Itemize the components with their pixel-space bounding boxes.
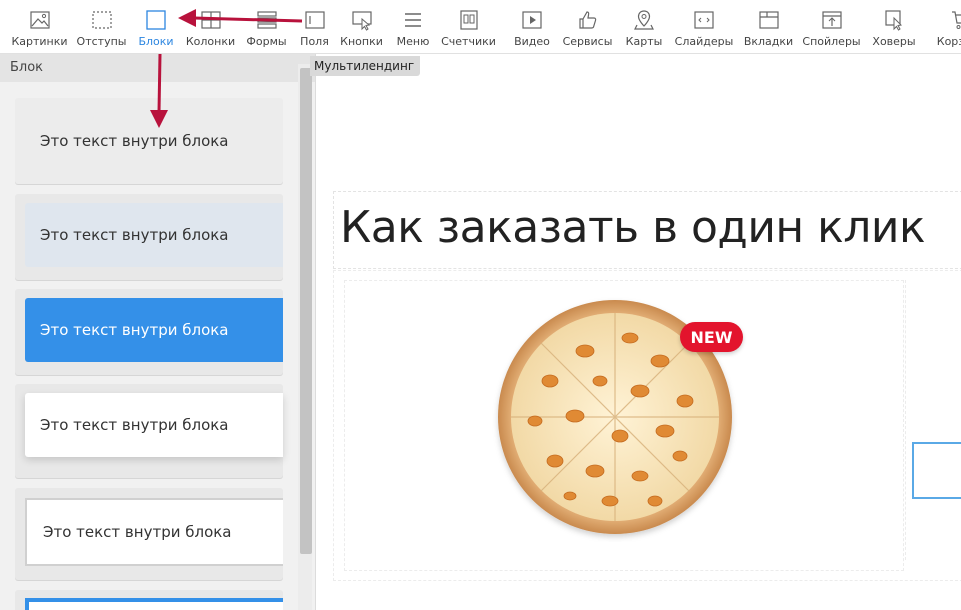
tool-label: Колонки: [185, 35, 236, 48]
sidebar-title: Блок: [0, 54, 315, 82]
tool-label: Ховеры: [872, 35, 916, 48]
slider-icon: [694, 11, 714, 29]
tool-label: Меню: [396, 35, 430, 48]
tool-label: Отступы: [76, 35, 127, 48]
spoiler-icon: [821, 11, 842, 29]
tabs-icon: [758, 11, 779, 29]
block-preview: [25, 598, 283, 610]
page-tag[interactable]: Мультилендинг: [310, 56, 421, 76]
tool-label: Спойлеры: [802, 35, 861, 48]
tool-counters[interactable]: Счетчики: [432, 0, 505, 53]
tool-fields[interactable]: Поля: [300, 0, 329, 53]
tool-label: Сервисы: [562, 35, 613, 48]
scrollbar-thumb[interactable]: [300, 68, 312, 554]
tool-label: Блоки: [138, 35, 174, 48]
tool-forms[interactable]: Формы: [233, 0, 300, 53]
block-text: Это текст внутри блока: [25, 393, 283, 457]
block-icon: [146, 10, 166, 30]
video-icon: [522, 11, 542, 29]
column-divider: [905, 280, 906, 560]
button-cursor-icon: [351, 11, 372, 31]
toolbar: Картинки Отступы Блоки Колонки Формы Пол…: [0, 0, 961, 54]
tool-cart[interactable]: Корзина: [926, 0, 961, 53]
counter-icon: [459, 10, 478, 30]
tool-images[interactable]: Картинки: [0, 0, 79, 53]
tool-label: Счетчики: [441, 35, 496, 48]
menu-icon: [405, 13, 421, 27]
tool-label: Корзина: [936, 35, 961, 48]
tool-label: Формы: [246, 35, 287, 48]
tool-label: Карты: [625, 35, 663, 48]
tool-tabs[interactable]: Вкладки: [736, 0, 801, 53]
block-style-white-shadow[interactable]: Это текст внутри блока: [15, 384, 283, 478]
block-style-plain[interactable]: Это текст внутри блока: [15, 98, 283, 184]
tool-video[interactable]: Видео: [505, 0, 559, 53]
tool-columns[interactable]: Колонки: [185, 0, 236, 53]
cart-icon: [952, 11, 961, 29]
tool-label: Слайдеры: [674, 35, 734, 48]
block-text: Это текст внутри блока: [25, 203, 283, 267]
thumbs-up-icon: [578, 11, 596, 29]
block-text: Это текст внутри блока: [25, 498, 283, 566]
block-style-blue[interactable]: Это текст внутри блока: [15, 289, 283, 375]
block-style-light-blue[interactable]: Это текст внутри блока: [15, 194, 283, 280]
forms-icon: [256, 11, 277, 29]
tool-maps[interactable]: Карты: [616, 0, 672, 53]
tool-label: Кнопки: [340, 35, 383, 48]
tool-label: Поля: [300, 35, 329, 48]
tool-services[interactable]: Сервисы: [559, 0, 616, 53]
tool-padding[interactable]: Отступы: [76, 0, 127, 53]
padding-icon: [91, 11, 112, 29]
tool-label: Вкладки: [743, 35, 794, 48]
tool-label: Картинки: [11, 35, 68, 48]
tool-label: Видео: [514, 35, 550, 48]
block-style-bordered[interactable]: Это текст внутри блока: [15, 488, 283, 580]
new-badge: NEW: [680, 322, 743, 352]
columns-icon: [200, 11, 221, 29]
field-icon: [304, 11, 325, 29]
block-style-blue-border[interactable]: [15, 590, 283, 610]
tool-buttons[interactable]: Кнопки: [329, 0, 394, 53]
map-pin-icon: [634, 10, 654, 30]
page-heading[interactable]: Как заказать в один клик: [340, 202, 926, 253]
tool-hovers[interactable]: Ховеры: [862, 0, 926, 53]
blocks-sidebar: Блок Это текст внутри блока Это текст вн…: [0, 54, 316, 610]
tool-sliders[interactable]: Слайдеры: [672, 0, 736, 53]
tool-spoilers[interactable]: Спойлеры: [801, 0, 862, 53]
block-text: Это текст внутри блока: [40, 132, 229, 150]
image-icon: [29, 11, 50, 29]
tool-blocks[interactable]: Блоки: [124, 0, 188, 53]
block-text: Это текст внутри блока: [25, 298, 283, 362]
hover-icon: [885, 10, 903, 31]
tool-menu[interactable]: Меню: [394, 0, 432, 53]
selected-frame[interactable]: [912, 442, 961, 499]
